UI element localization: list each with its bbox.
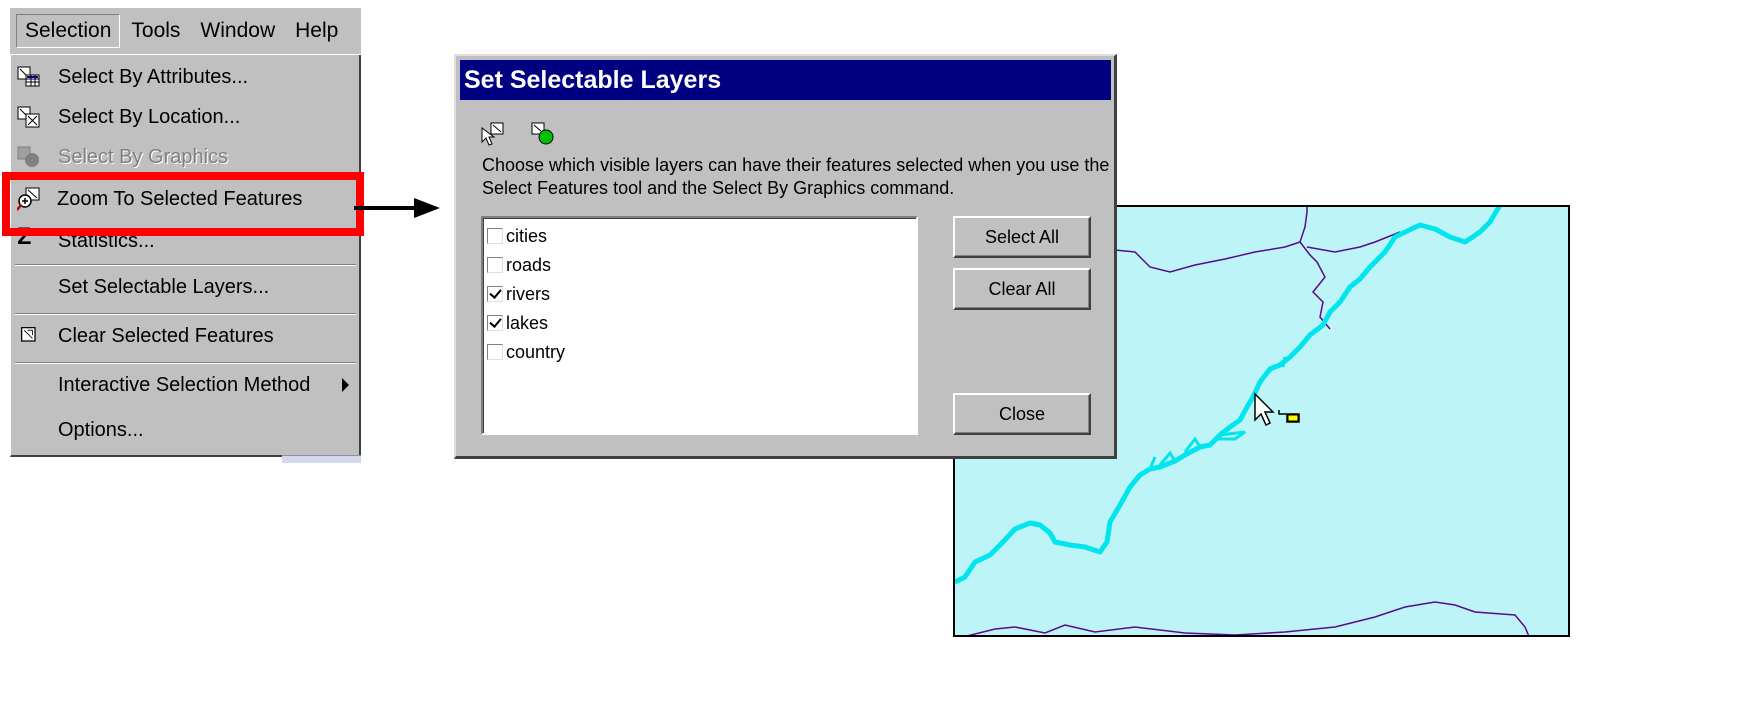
layers-list[interactable]: cities roads rivers lakes country	[481, 216, 918, 435]
layer-name: roads	[506, 254, 552, 275]
select-by-attributes-icon	[17, 66, 40, 87]
menu-separator	[15, 313, 356, 315]
layer-checkbox[interactable]	[487, 344, 503, 360]
dialog-title: Set Selectable Layers	[464, 65, 722, 94]
layer-item-roads[interactable]: roads	[487, 253, 551, 277]
menu-item-label: Interactive Selection Method	[58, 373, 311, 396]
selection-dropdown-menu: Select By Attributes... Select By Locati…	[10, 55, 361, 457]
menu-help[interactable]: Help	[286, 14, 347, 48]
layer-checkbox[interactable]	[487, 257, 503, 273]
select-by-location-icon	[17, 106, 40, 128]
menu-item-options[interactable]: Options...	[11, 410, 360, 450]
menu-item-label: Select By Graphics	[58, 145, 229, 168]
menu-tools[interactable]: Tools	[122, 14, 189, 48]
dialog-description: Choose which visible layers can have the…	[482, 155, 1110, 198]
menu-item-label: Clear Selected Features	[58, 324, 274, 347]
select-all-button[interactable]: Select All	[953, 216, 1091, 258]
menu-item-label: Set Selectable Layers...	[58, 275, 270, 298]
select-cursor-icon	[1254, 392, 1300, 427]
background-window-edge	[282, 455, 361, 463]
menu-separator	[15, 362, 356, 364]
layer-item-rivers[interactable]: rivers	[487, 282, 550, 306]
highlight-box	[2, 172, 364, 236]
menu-item-label: Options...	[58, 418, 144, 441]
select-features-icon	[481, 122, 504, 146]
clear-all-button[interactable]: Clear All	[953, 268, 1091, 310]
menu-window[interactable]: Window	[191, 14, 284, 48]
menu-item-clear-selected[interactable]: Clear Selected Features	[11, 316, 360, 356]
menu-item-set-selectable-layers[interactable]: Set Selectable Layers...	[11, 267, 360, 307]
layer-checkbox[interactable]	[487, 315, 503, 331]
submenu-arrow-icon	[342, 378, 349, 392]
menu-item-label: Select By Location...	[58, 105, 241, 128]
layer-name: lakes	[506, 312, 549, 333]
menu-item-select-by-graphics[interactable]: Select By Graphics	[11, 137, 360, 177]
layer-item-cities[interactable]: cities	[487, 224, 547, 248]
select-by-graphics-icon	[531, 122, 554, 145]
layer-item-country[interactable]: country	[487, 340, 565, 364]
set-selectable-layers-dialog: Set Selectable Layers Choose which visib…	[454, 54, 1117, 459]
menu-item-select-by-location[interactable]: Select By Location...	[11, 97, 360, 137]
menu-item-select-by-attributes[interactable]: Select By Attributes...	[11, 57, 360, 97]
pointer-arrow-head-icon	[414, 198, 440, 218]
close-button[interactable]: Close	[953, 393, 1091, 435]
menu-bar: Selection Tools Window Help	[10, 8, 361, 54]
dialog-title-bar[interactable]: Set Selectable Layers	[460, 60, 1111, 100]
pointer-arrow-line	[354, 206, 418, 210]
layer-name: cities	[506, 225, 548, 246]
layer-checkbox[interactable]	[487, 286, 503, 302]
layer-item-lakes[interactable]: lakes	[487, 311, 548, 335]
layer-name: rivers	[506, 283, 550, 304]
clear-selection-icon	[21, 327, 36, 342]
select-by-graphics-icon	[17, 146, 39, 167]
layer-name: country	[506, 341, 566, 362]
menu-item-label: Select By Attributes...	[58, 65, 249, 88]
menu-selection[interactable]: Selection	[16, 14, 121, 48]
menu-item-interactive-selection-method[interactable]: Interactive Selection Method	[11, 365, 360, 405]
layer-checkbox[interactable]	[487, 228, 503, 244]
menu-separator	[15, 264, 356, 266]
